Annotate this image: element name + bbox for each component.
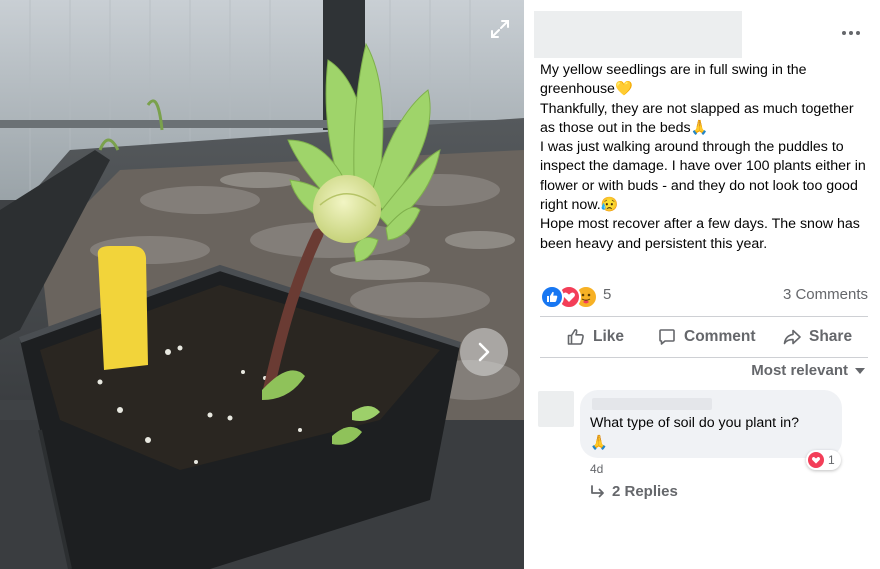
post-text-line: Thankfully, they are not slapped as much… [540,100,854,136]
caret-down-icon [855,367,865,374]
dot-icon [842,31,846,35]
comment-reaction-badge[interactable]: 1 [806,450,841,470]
seedling-photo [0,0,524,569]
dot-icon [849,31,853,35]
commenter-avatar[interactable] [538,391,574,427]
share-arrow-icon [783,329,801,345]
view-replies-link[interactable]: 2 Replies [590,483,678,500]
post-text: My yellow seedlings are in full swing in… [540,61,870,254]
comment-reaction-count: 1 [828,453,835,467]
comments-count-link[interactable]: 3 Comments [783,286,868,303]
comment-label: Comment [684,328,756,345]
commenter-name-redacted[interactable] [592,398,712,410]
comment-emoji: 🙏 [590,434,608,451]
post-text-line: Hope most recover after a few days. The … [540,216,860,252]
comment-text-body: What type of soil do you plant in? [590,415,799,431]
like-label: Like [593,328,625,345]
chevron-right-icon [478,342,490,362]
divider [540,316,868,317]
share-label: Share [809,328,853,345]
post-text-line: I was just walking around through the pu… [540,139,866,214]
comment-button[interactable]: Comment [657,318,755,356]
action-bar: Like Comment Share [540,318,868,356]
like-icon [540,285,564,309]
post-text-line: My yellow seedlings are in full swing in… [540,62,807,98]
thumbs-up-icon [567,329,584,345]
more-options-button[interactable] [838,22,864,44]
comment-text: What type of soil do you plant in? 🙏 [590,414,830,453]
divider [540,357,868,358]
post-photo[interactable] [0,0,524,569]
like-button[interactable]: Like [566,318,624,356]
replies-label: 2 Replies [612,483,678,500]
comment-sort-dropdown[interactable]: Most relevant [751,362,866,379]
sort-label: Most relevant [751,362,848,379]
reply-arrow-icon [591,484,604,497]
next-photo-button[interactable] [460,328,508,376]
comment-bubble: What type of soil do you plant in? 🙏 [580,390,842,458]
reaction-icons[interactable] [540,284,602,309]
author-info-redacted [534,11,742,58]
post-panel: My yellow seedlings are in full swing in… [524,0,880,569]
reaction-count[interactable]: 5 [603,286,611,303]
dot-icon [856,31,860,35]
expand-icon[interactable] [489,18,511,40]
love-icon [808,452,824,468]
speech-bubble-icon [659,329,675,345]
reactions-summary[interactable]: 5 3 Comments [540,284,868,309]
comment-timestamp[interactable]: 4d [590,462,603,476]
share-button[interactable]: Share [782,318,852,356]
